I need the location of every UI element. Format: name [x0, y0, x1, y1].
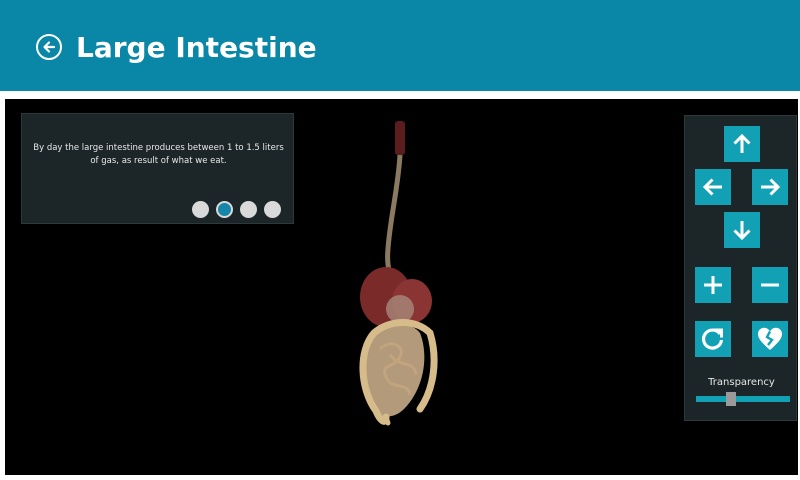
app-header: Large Intestine: [0, 0, 800, 91]
move-up-button[interactable]: [724, 126, 760, 162]
transparency-slider[interactable]: [696, 392, 790, 406]
move-right-button[interactable]: [752, 169, 788, 205]
arrow-right-icon: [761, 178, 781, 196]
back-button[interactable]: [36, 34, 62, 60]
move-down-button[interactable]: [724, 212, 760, 248]
zoom-in-button[interactable]: [695, 267, 731, 303]
pager-dot-4[interactable]: [264, 201, 281, 218]
page-title: Large Intestine: [76, 31, 317, 64]
arrow-up-icon: [733, 133, 751, 153]
pager-dot-2[interactable]: [216, 201, 233, 218]
move-left-button[interactable]: [695, 169, 731, 205]
info-panel: By day the large intestine produces betw…: [21, 113, 294, 224]
plus-icon: [704, 276, 722, 294]
intestine-3d-model[interactable]: [350, 119, 450, 429]
toggle-heart-button[interactable]: [752, 321, 788, 357]
arrow-down-icon: [733, 221, 751, 241]
broken-heart-icon: [758, 327, 782, 350]
minus-icon: [761, 283, 779, 287]
pager-dot-1[interactable]: [192, 201, 209, 218]
fact-text: By day the large intestine produces betw…: [33, 143, 284, 166]
transparency-label: Transparency: [708, 377, 775, 388]
transparency-slider-thumb[interactable]: [725, 392, 736, 406]
arrow-left-icon: [702, 178, 722, 196]
pager-dot-3[interactable]: [240, 201, 257, 218]
reset-view-button[interactable]: [695, 321, 731, 357]
control-panel: Transparency: [684, 115, 797, 421]
fact-pager: [192, 201, 281, 218]
3d-viewport[interactable]: By day the large intestine produces betw…: [5, 99, 798, 475]
arrow-left-icon: [43, 41, 56, 53]
reset-rotate-icon: [702, 328, 724, 350]
zoom-out-button[interactable]: [752, 267, 788, 303]
